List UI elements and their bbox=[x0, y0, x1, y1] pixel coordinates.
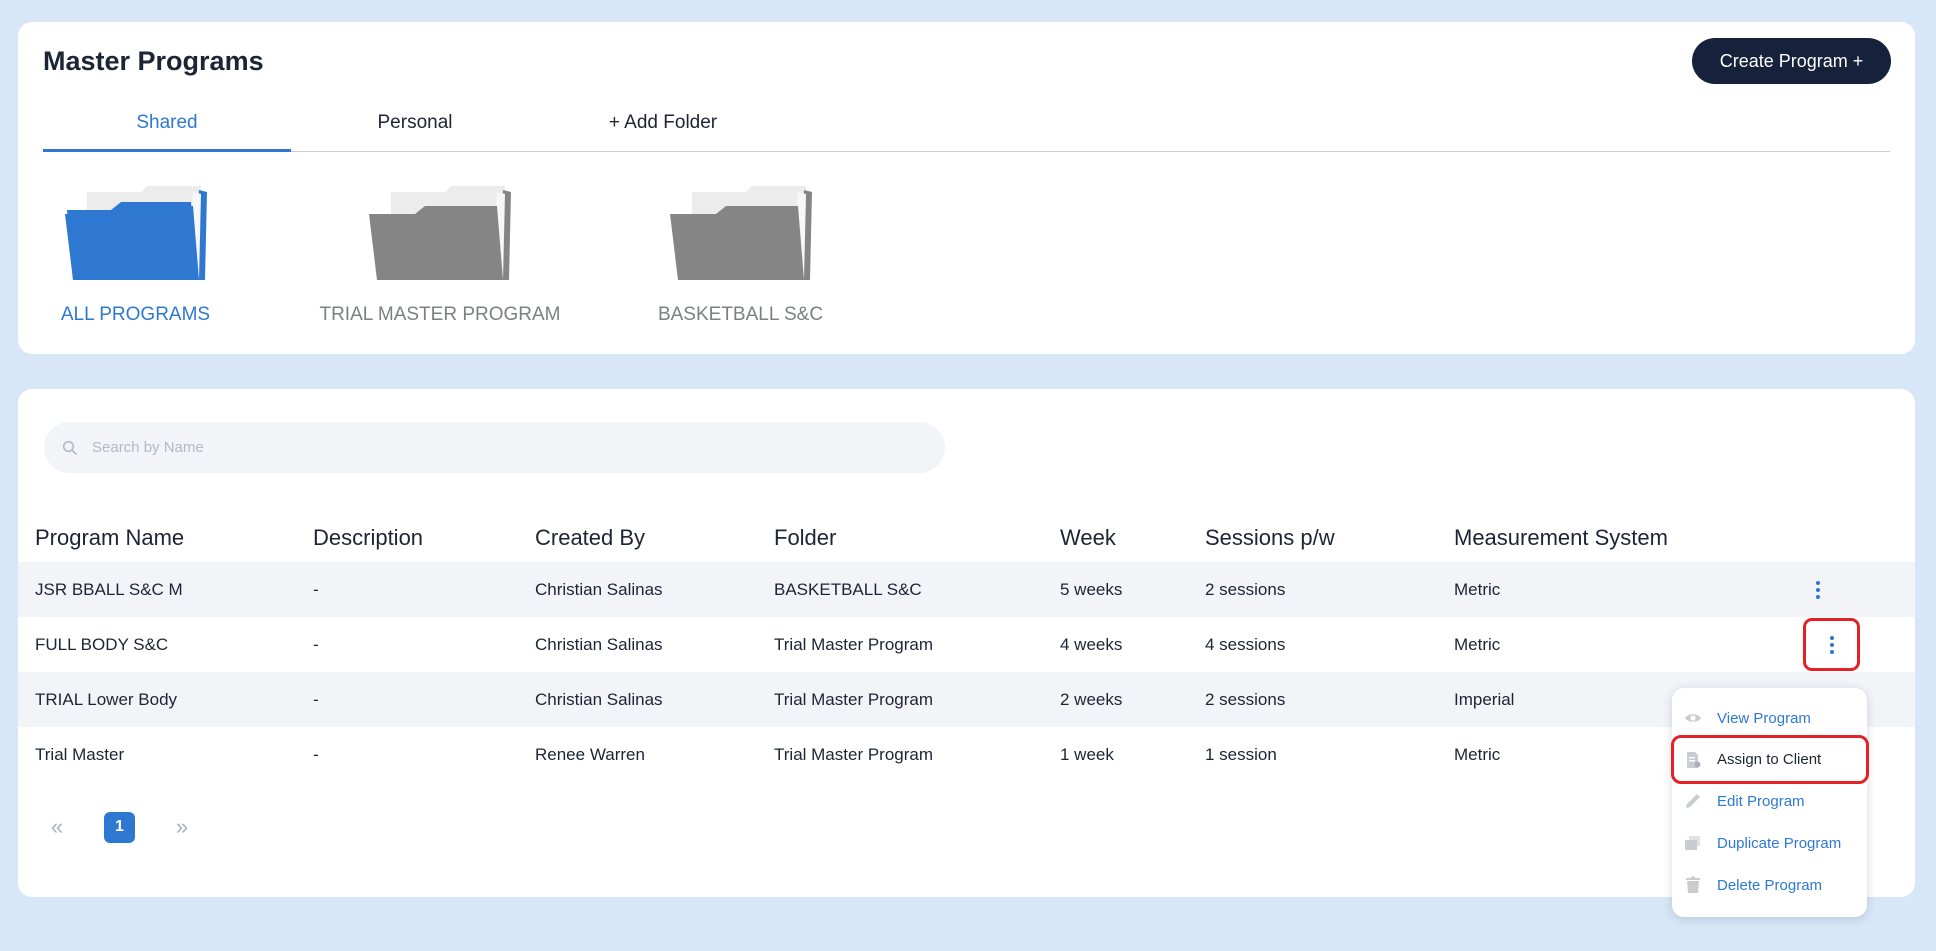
page-button-current[interactable]: 1 bbox=[104, 811, 135, 843]
cell-program-name: JSR BBALL S&C M bbox=[35, 580, 183, 599]
cell-description: - bbox=[313, 580, 319, 599]
next-page-button[interactable]: » bbox=[167, 814, 197, 840]
cell-folder: BASKETBALL S&C bbox=[774, 580, 922, 599]
table-row[interactable]: JSR BBALL S&C M - Christian Salinas BASK… bbox=[18, 562, 1915, 617]
column-header-week: Week bbox=[1060, 525, 1116, 550]
folder-label: ALL PROGRAMS bbox=[60, 304, 211, 325]
menu-item-label: Delete Program bbox=[1717, 876, 1823, 894]
table-row[interactable]: Trial Master - Renee Warren Trial Master… bbox=[18, 727, 1915, 782]
folder-label: BASKETBALL S&C bbox=[657, 304, 824, 325]
column-header-program-name: Program Name bbox=[35, 525, 185, 550]
cell-week: 1 week bbox=[1060, 745, 1114, 764]
cell-measurement-system: Metric bbox=[1454, 745, 1501, 764]
cell-sessions: 2 sessions bbox=[1205, 690, 1286, 709]
cell-description: - bbox=[313, 635, 319, 654]
cell-description: - bbox=[313, 745, 319, 764]
duplicate-icon bbox=[1684, 834, 1702, 852]
cell-folder: Trial Master Program bbox=[774, 690, 934, 709]
assign-document-icon bbox=[1684, 751, 1702, 769]
table-header: Program Name Description Created By Fold… bbox=[18, 514, 1915, 562]
menu-item-assign-to-client[interactable]: Assign to Client bbox=[1671, 735, 1869, 784]
cell-program-name: FULL BODY S&C bbox=[35, 635, 169, 654]
folder-trial-master-program[interactable]: TRIAL MASTER PROGRAM bbox=[310, 182, 570, 326]
cell-description: - bbox=[313, 690, 319, 709]
cell-created-by: Christian Salinas bbox=[535, 635, 663, 654]
search-icon bbox=[62, 440, 77, 455]
table-row[interactable]: TRIAL Lower Body - Christian Salinas Tri… bbox=[18, 672, 1915, 727]
cell-sessions: 4 sessions bbox=[1205, 635, 1286, 654]
kebab-menu-icon bbox=[1815, 580, 1820, 599]
folder-tabs: Shared Personal + Add Folder bbox=[43, 110, 1890, 152]
folder-all-programs[interactable]: ALL PROGRAMS bbox=[48, 182, 223, 326]
tab-add-folder[interactable]: + Add Folder bbox=[539, 110, 787, 152]
column-header-description: Description bbox=[313, 525, 424, 550]
menu-item-label: View Program bbox=[1717, 709, 1811, 727]
cell-week: 5 weeks bbox=[1060, 580, 1123, 599]
cell-program-name: TRIAL Lower Body bbox=[35, 690, 178, 709]
programs-table-card: Program Name Description Created By Fold… bbox=[18, 389, 1915, 897]
cell-measurement-system: Metric bbox=[1454, 580, 1501, 599]
folder-basketball-sc[interactable]: BASKETBALL S&C bbox=[653, 182, 828, 326]
column-header-folder: Folder bbox=[774, 525, 837, 550]
folder-icon bbox=[369, 186, 511, 280]
trash-icon bbox=[1684, 876, 1702, 894]
programs-table: Program Name Description Created By Fold… bbox=[18, 514, 1915, 782]
folder-icon bbox=[669, 186, 812, 280]
menu-item-label: Duplicate Program bbox=[1717, 834, 1842, 852]
menu-item-edit-program[interactable]: Edit Program bbox=[1684, 784, 1859, 818]
programs-header-card: Master Programs Create Program + Shared … bbox=[18, 22, 1915, 354]
cell-sessions: 1 session bbox=[1205, 745, 1277, 764]
cell-created-by: Christian Salinas bbox=[535, 580, 663, 599]
page-title: Master Programs bbox=[43, 46, 264, 76]
eye-icon bbox=[1684, 709, 1702, 727]
pencil-icon bbox=[1684, 792, 1702, 810]
menu-item-view-program[interactable]: View Program bbox=[1684, 701, 1859, 735]
tab-shared[interactable]: Shared bbox=[43, 110, 291, 152]
cell-measurement-system: Metric bbox=[1454, 635, 1501, 654]
cell-sessions: 2 sessions bbox=[1205, 580, 1286, 599]
cell-created-by: Renee Warren bbox=[535, 745, 645, 764]
cell-created-by: Christian Salinas bbox=[535, 690, 663, 709]
folder-icon bbox=[64, 186, 207, 280]
folder-label: TRIAL MASTER PROGRAM bbox=[319, 304, 561, 325]
cell-program-name: Trial Master bbox=[35, 745, 125, 764]
pagination: « 1 » bbox=[42, 810, 197, 844]
cell-folder: Trial Master Program bbox=[774, 635, 934, 654]
row-actions-button[interactable] bbox=[1799, 571, 1836, 608]
kebab-menu-icon bbox=[1829, 635, 1834, 654]
menu-item-label: Assign to Client bbox=[1717, 751, 1822, 768]
column-header-sessions: Sessions p/w bbox=[1205, 525, 1335, 550]
row-actions-button-active[interactable] bbox=[1803, 618, 1860, 671]
search-input[interactable] bbox=[92, 439, 892, 456]
cell-measurement-system: Imperial bbox=[1454, 690, 1515, 709]
row-actions-menu: View Program Assign to Client Edit Progr… bbox=[1671, 688, 1869, 917]
menu-item-delete-program[interactable]: Delete Program bbox=[1684, 868, 1859, 902]
table-row[interactable]: FULL BODY S&C - Christian Salinas Trial … bbox=[18, 617, 1915, 672]
cell-folder: Trial Master Program bbox=[774, 745, 934, 764]
tab-personal[interactable]: Personal bbox=[291, 110, 539, 152]
create-program-button[interactable]: Create Program + bbox=[1692, 38, 1891, 84]
column-header-measurement-system: Measurement System bbox=[1454, 525, 1668, 550]
cell-week: 4 weeks bbox=[1060, 635, 1123, 654]
menu-item-duplicate-program[interactable]: Duplicate Program bbox=[1684, 826, 1859, 860]
prev-page-button[interactable]: « bbox=[42, 814, 72, 840]
search-bar bbox=[44, 422, 945, 473]
column-header-created-by: Created By bbox=[535, 525, 646, 550]
cell-week: 2 weeks bbox=[1060, 690, 1123, 709]
menu-item-label: Edit Program bbox=[1717, 792, 1805, 810]
